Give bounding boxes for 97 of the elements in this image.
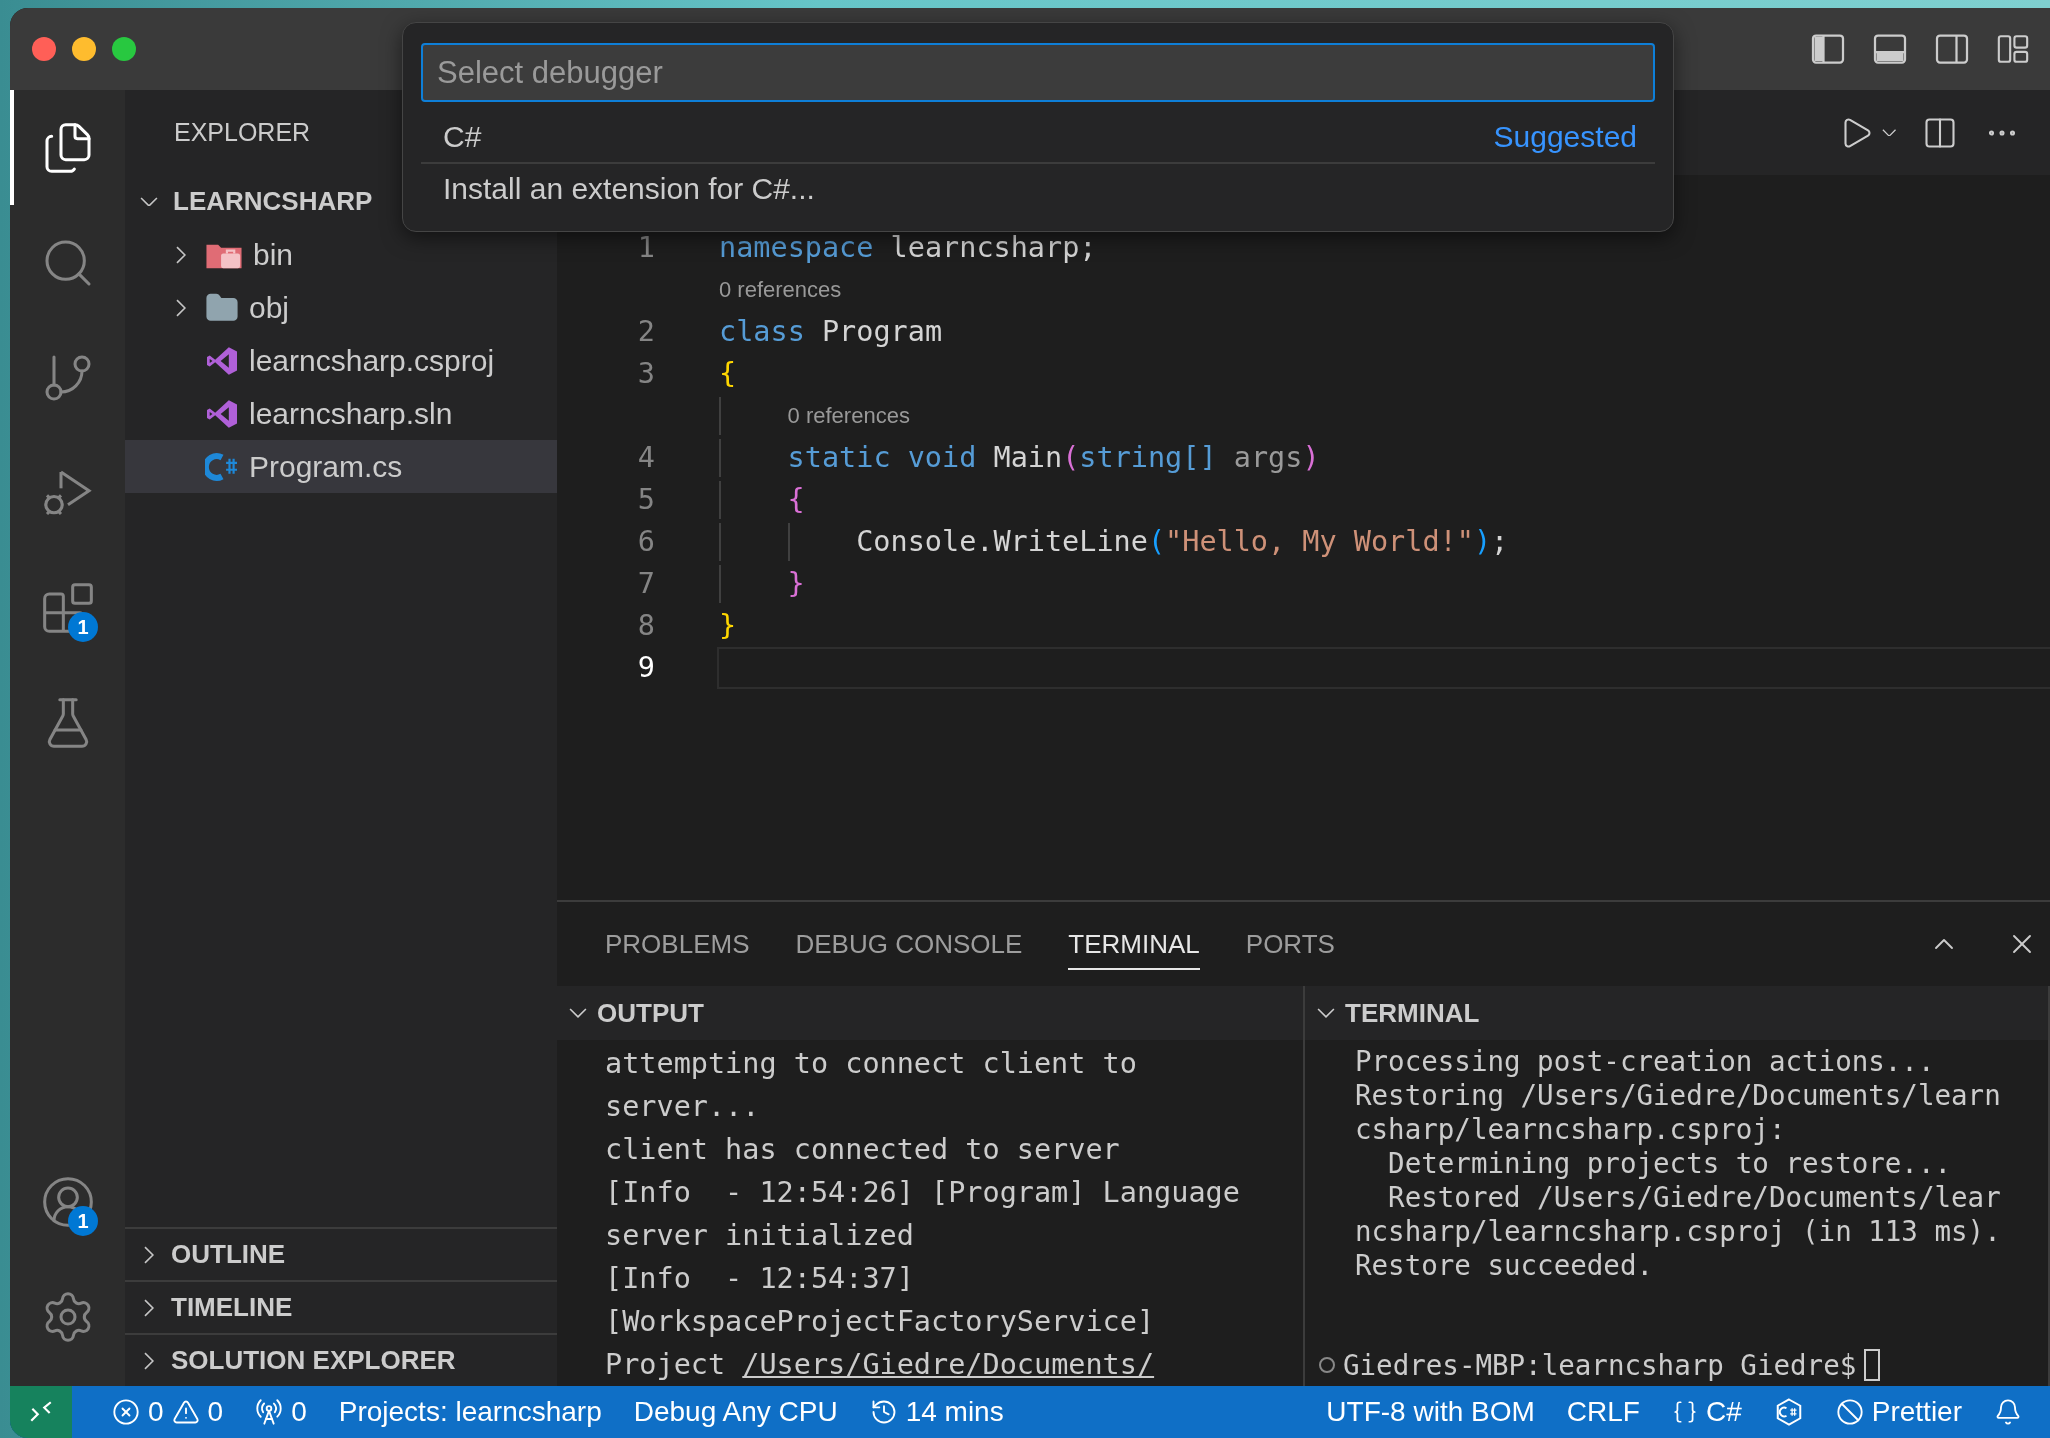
terminal-line: Restored /Users/Giedre/Documents/lear — [1387, 1180, 2002, 1214]
chevron-down-icon — [140, 196, 158, 207]
tree-item[interactable]: bin — [125, 228, 557, 281]
notifications-icon[interactable] — [1994, 1398, 2022, 1426]
terminal-cursor — [1864, 1349, 1881, 1381]
terminal-line: Restore succeeded. — [1355, 1248, 1654, 1282]
chevron-right-icon — [176, 245, 186, 264]
tree-item[interactable]: Program.cs — [125, 440, 557, 493]
status-item[interactable]: CRLF — [1566, 1396, 1640, 1428]
tree-item[interactable]: learncsharp.csproj — [125, 334, 557, 387]
chevron-right-icon — [144, 1351, 154, 1370]
visual-studio-icon — [205, 345, 239, 376]
output-line: server... — [604, 1090, 760, 1123]
warning-icon — [171, 1398, 200, 1426]
line-number: 3 — [636, 356, 655, 392]
terminal-line: csharp/learncsharp.csproj: — [1355, 1112, 1787, 1146]
output-header[interactable]: OUTPUT — [557, 986, 1303, 1040]
language-label: C# — [1705, 1396, 1742, 1428]
prettier-label: Prettier — [1871, 1396, 1962, 1428]
output-line: [Info - 12:54:37] — [604, 1262, 914, 1295]
panel-toggle-icon[interactable] — [1872, 31, 1908, 67]
ports-button[interactable]: 0 — [255, 1396, 307, 1428]
prompt-marker-icon — [1319, 1357, 1335, 1373]
notification-badge: 1 — [68, 612, 98, 642]
line-number: 2 — [636, 314, 655, 350]
output-line: [Info - 12:54:26] [Program] Language — [604, 1176, 1240, 1209]
error-count: 0 — [148, 1396, 164, 1428]
prettier-button[interactable]: Prettier — [1835, 1396, 1962, 1428]
code-line: namespace learncsharp; — [719, 230, 1097, 266]
output-line: attempting to connect client to — [604, 1047, 1137, 1080]
line-number: 7 — [636, 566, 655, 602]
activity-bar-item[interactable]: 1 — [10, 1144, 125, 1259]
chevron-right-icon — [144, 1245, 154, 1264]
panel-tab[interactable]: PROBLEMS — [605, 918, 750, 970]
reference-count[interactable]: 0 references — [719, 271, 842, 309]
sidebar-toggle-icon[interactable] — [1810, 31, 1846, 67]
customize-layout-icon[interactable] — [1996, 32, 2030, 66]
chevron-down-icon — [569, 1008, 587, 1018]
language-mode-button[interactable]: C# — [1671, 1396, 1742, 1428]
line-number: 1 — [636, 230, 655, 266]
panel-tab[interactable]: PORTS — [1245, 918, 1335, 970]
secondary-sidebar-toggle-icon[interactable] — [1934, 31, 1970, 67]
code-line: static void Main(string[] args) — [787, 440, 1320, 476]
chevron-right-icon — [144, 1298, 154, 1317]
search-field[interactable]: Select debugger — [421, 43, 1655, 102]
ports-count: 0 — [291, 1396, 307, 1428]
close-window-button[interactable] — [32, 37, 56, 61]
minimize-window-button[interactable] — [72, 37, 96, 61]
output-line: client has connected to server — [604, 1133, 1120, 1166]
file-link[interactable]: /Users/Giedre/Documents/ — [742, 1348, 1155, 1381]
output-line: [WorkspaceProjectFactoryService] — [604, 1305, 1155, 1338]
caret-icon[interactable] — [1881, 128, 1896, 137]
chevron-right-icon — [176, 298, 186, 317]
status-item[interactable]: UTF-8 with BOM — [1326, 1396, 1535, 1428]
line-number: 9 — [636, 650, 655, 686]
error-icon — [112, 1398, 140, 1426]
visual-studio-icon — [205, 398, 239, 429]
time-label: 14 mins — [905, 1396, 1004, 1428]
code-line: Console.WriteLine("Hello, My World!"); — [856, 524, 1509, 560]
csharp-file-icon — [205, 451, 239, 482]
terminal-line: ncsharp/learncsharp.csproj (in 113 ms). — [1355, 1214, 2002, 1248]
remote-button[interactable] — [10, 1386, 72, 1438]
line-number: 4 — [636, 440, 655, 476]
no-entry-icon — [1835, 1398, 1864, 1426]
terminal-prompt: Giedres-MBP:learncsharp Giedre$ — [1343, 1348, 1857, 1382]
code-line: } — [719, 608, 737, 644]
code-line: { — [719, 356, 737, 392]
terminal-header[interactable]: TERMINAL — [1305, 986, 2048, 1040]
terminal-line: Restoring /Users/Giedre/Documents/learn — [1355, 1078, 2002, 1112]
notification-badge: 1 — [68, 1206, 98, 1236]
terminal-line: Determining projects to restore... — [1387, 1146, 1953, 1180]
sidebar-title: EXPLORER — [174, 118, 311, 147]
line-number: 6 — [636, 524, 655, 560]
code-line: class Program — [719, 314, 943, 350]
terminal-line: Processing post-creation actions... — [1355, 1044, 1936, 1078]
activity-bar-item[interactable]: 1 — [10, 550, 125, 665]
panel-tab[interactable]: TERMINAL — [1068, 918, 1200, 970]
status-item[interactable]: Projects: learncsharp — [338, 1396, 602, 1428]
problems-button[interactable]: 0 0 — [112, 1396, 224, 1428]
output-line: server initialized — [604, 1219, 914, 1252]
quick-pick-item[interactable]: C# Suggested — [421, 110, 1655, 162]
output-line: Project /Users/Giedre/Documents/ — [604, 1348, 1155, 1381]
zoom-window-button[interactable] — [112, 37, 136, 61]
time-tracker-button[interactable]: 14 mins — [869, 1396, 1004, 1428]
tree-item[interactable]: obj — [125, 281, 557, 334]
code-line: { — [787, 482, 805, 518]
warning-count: 0 — [207, 1396, 224, 1428]
status-item[interactable]: Debug Any CPU — [633, 1396, 838, 1428]
line-number: 8 — [636, 608, 655, 644]
reference-count[interactable]: 0 references — [787, 397, 910, 435]
line-number: 5 — [636, 482, 655, 518]
code-line: } — [787, 566, 805, 602]
panel-tab[interactable]: DEBUG CONSOLE — [795, 918, 1023, 970]
tree-item[interactable]: learncsharp.sln — [125, 387, 557, 440]
quick-pick-item[interactable]: Install an extension for C#... — [421, 162, 1655, 214]
chevron-down-icon — [1317, 1008, 1335, 1018]
antenna-icon — [255, 1398, 284, 1426]
